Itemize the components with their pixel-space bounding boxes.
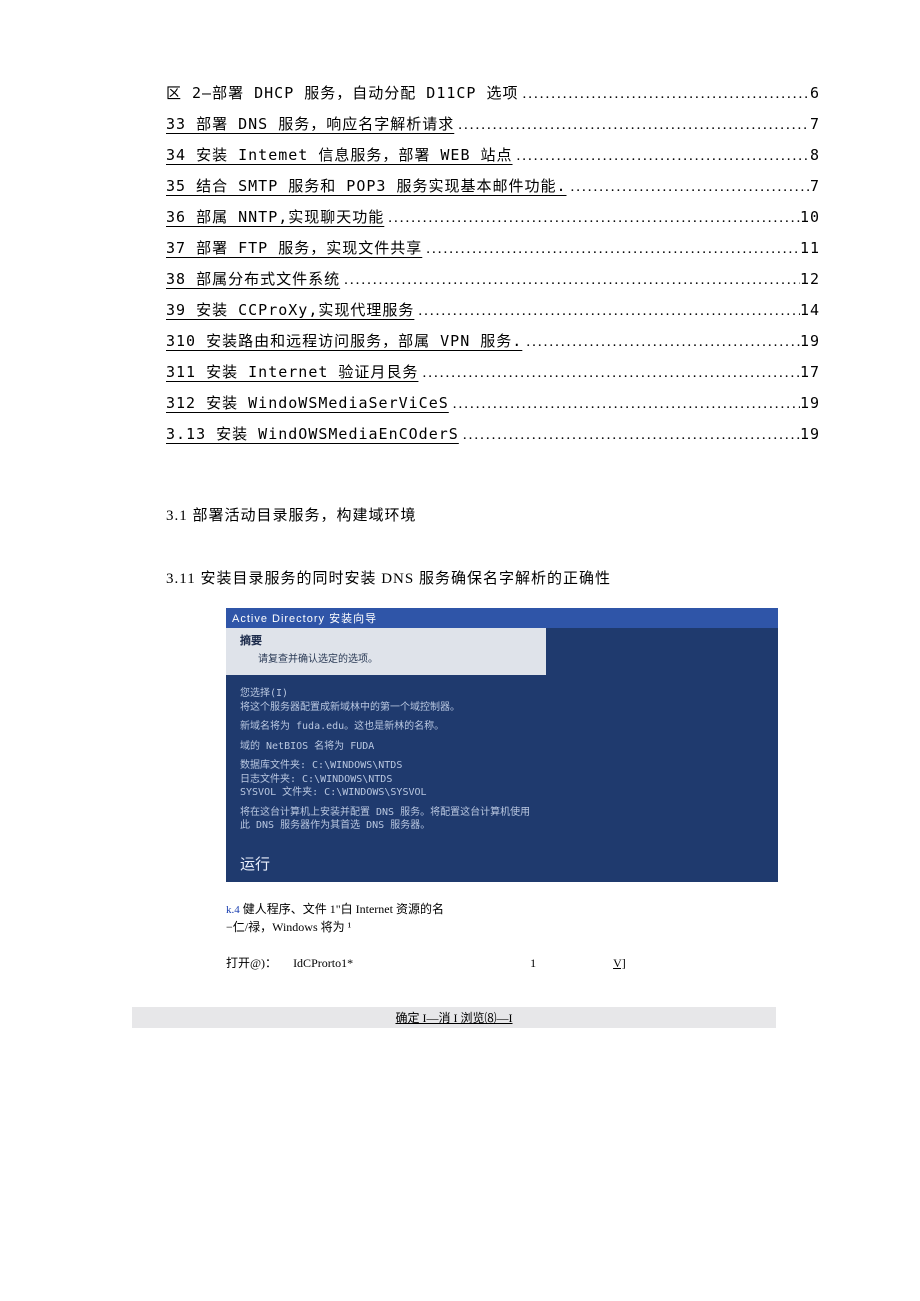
toc-dots	[422, 241, 800, 258]
toc-item[interactable]: 33 部署 DNS 服务，响应名字解析请求 7	[166, 113, 820, 134]
toc-page: 11	[800, 239, 820, 257]
wizard-summary-sub: 请复查并确认选定的选项。	[258, 650, 538, 665]
toc-item[interactable]: 区 2—部署 DHCP 服务，自动分配 D11CP 选项 6	[166, 82, 820, 103]
wizard-title-bar: Active Directory 安装向导	[226, 608, 778, 628]
toc-item[interactable]: 35 结合 SMTP 服务和 POP3 服务实现基本邮件功能. 7	[166, 175, 820, 196]
toc-text: 38 部属分布式文件系统	[166, 268, 340, 289]
open-vj[interactable]: V]	[613, 956, 626, 971]
ad-install-wizard: Active Directory 安装向导 摘要 请复查并确认选定的选项。 您选…	[226, 608, 778, 882]
section-heading-3-11: 3.11 安装目录服务的同时安装 DNS 服务确保名字解析的正确性	[166, 567, 820, 588]
toc-text: 34 安装 Intemet 信息服务，部署 WEB 站点	[166, 144, 513, 165]
buttons-bar-text[interactable]: 确定 I—消 I 浏览⑻—I	[396, 1011, 513, 1025]
toc-item[interactable]: 39 安装 CCProXy,实现代理服务 14	[166, 299, 820, 320]
toc-item[interactable]: 3.13 安装 WindOWSMediaEnCOderS 19	[166, 423, 820, 444]
open-one: 1	[463, 956, 603, 971]
toc-dots	[519, 86, 810, 103]
toc-text: 36 部属 NNTP,实现聊天功能	[166, 206, 384, 227]
wizard-choice-text: 将这个服务器配置成新域林中的第一个域控制器。	[240, 702, 460, 713]
toc-dots	[340, 272, 800, 289]
toc-text: 区 2—部署 DHCP 服务，自动分配 D11CP 选项	[166, 82, 519, 103]
run-dialog-prefix: k.4	[226, 904, 240, 916]
run-dialog-line1: 健人程序、文件 1"白 Internet 资源的名	[240, 902, 444, 916]
toc-page: 8	[810, 146, 820, 164]
toc-text: 33 部署 DNS 服务，响应名字解析请求	[166, 113, 454, 134]
toc-dots	[567, 179, 810, 196]
wizard-newdomain: 新域名将为 fuda.edu。这也是新林的名称。	[240, 720, 538, 734]
toc-dots	[454, 117, 810, 134]
buttons-bar: 确定 I—消 I 浏览⑻—I	[132, 1007, 776, 1028]
toc-dots	[459, 427, 800, 444]
toc-page: 19	[800, 425, 820, 443]
wizard-body: 您选择(I) 将这个服务器配置成新域林中的第一个域控制器。 新域名将为 fuda…	[226, 675, 546, 847]
toc-item[interactable]: 311 安装 Internet 验证月艮务 17	[166, 361, 820, 382]
toc-page: 10	[800, 208, 820, 226]
toc-item[interactable]: 36 部属 NNTP,实现聊天功能 10	[166, 206, 820, 227]
document-page: 区 2—部署 DHCP 服务，自动分配 D11CP 选项 6 33 部署 DNS…	[0, 0, 920, 1301]
open-input[interactable]: IdCProrto1*	[287, 956, 453, 971]
wizard-choice-label: 您选择(I)	[240, 688, 288, 699]
toc-item[interactable]: 34 安装 Intemet 信息服务，部署 WEB 站点 8	[166, 144, 820, 165]
run-dialog-text: k.4 健人程序、文件 1"白 Internet 资源的名 −仁/禄，Windo…	[226, 900, 566, 937]
toc-text: 37 部署 FTP 服务，实现文件共享	[166, 237, 422, 258]
toc-page: 19	[800, 394, 820, 412]
run-dialog-line2: −仁/禄，Windows 将为 ¹	[226, 920, 351, 934]
toc-dots	[414, 303, 800, 320]
wizard-paths: 数据库文件夹: C:\WINDOWS\NTDS 日志文件夹: C:\WINDOW…	[240, 759, 538, 800]
toc-dots	[522, 334, 800, 351]
toc-text: 39 安装 CCProXy,实现代理服务	[166, 299, 414, 320]
open-label: 打开@)：	[226, 954, 277, 971]
toc-page: 12	[800, 270, 820, 288]
toc-dots	[449, 396, 800, 413]
toc-page: 6	[810, 84, 820, 102]
toc-page: 17	[800, 363, 820, 381]
wizard-summary-panel: 摘要 请复查并确认选定的选项。	[226, 628, 546, 675]
toc-page: 7	[810, 177, 820, 195]
wizard-run-bar: 运行	[226, 847, 778, 882]
toc-item[interactable]: 310 安装路由和远程访问服务，部属 VPN 服务. 19	[166, 330, 820, 351]
toc-dots	[384, 210, 800, 227]
section-heading-3-1: 3.1 部署活动目录服务，构建域环境	[166, 504, 820, 525]
toc-text: 310 安装路由和远程访问服务，部属 VPN 服务.	[166, 330, 522, 351]
wizard-dns: 将在这台计算机上安装并配置 DNS 服务。将配置这台计算机使用此 DNS 服务器…	[240, 806, 538, 833]
toc-text: 3.13 安装 WindOWSMediaEnCOderS	[166, 423, 459, 444]
toc-dots	[513, 148, 810, 165]
wizard-netbios: 域的 NetBIOS 名将为 FUDA	[240, 740, 538, 754]
toc-item[interactable]: 37 部署 FTP 服务，实现文件共享 11	[166, 237, 820, 258]
wizard-summary-label: 摘要	[240, 632, 538, 648]
toc-text: 35 结合 SMTP 服务和 POP3 服务实现基本邮件功能.	[166, 175, 567, 196]
toc-item[interactable]: 38 部属分布式文件系统 12	[166, 268, 820, 289]
toc-dots	[418, 365, 800, 382]
toc-page: 14	[800, 301, 820, 319]
toc-text: 312 安装 WindoWSMediaSerViCeS	[166, 392, 449, 413]
toc: 区 2—部署 DHCP 服务，自动分配 D11CP 选项 6 33 部署 DNS…	[166, 82, 820, 444]
toc-page: 19	[800, 332, 820, 350]
toc-text: 311 安装 Internet 验证月艮务	[166, 361, 418, 382]
run-open-row: 打开@)： IdCProrto1* 1 V]	[226, 954, 820, 971]
toc-item[interactable]: 312 安装 WindoWSMediaSerViCeS 19	[166, 392, 820, 413]
toc-page: 7	[810, 115, 820, 133]
